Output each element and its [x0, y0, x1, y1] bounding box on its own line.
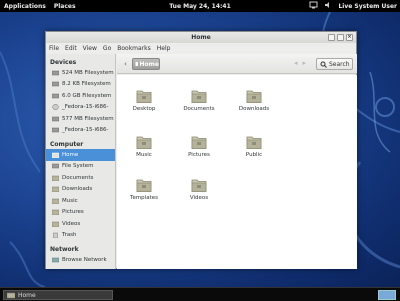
music-folder-icon [136, 136, 152, 149]
search-button[interactable]: Search [316, 58, 353, 70]
workspace-switcher[interactable] [378, 290, 396, 300]
home-folder-icon [52, 152, 59, 158]
sidebar-item-device[interactable]: 524 MB Filesystem [46, 67, 115, 79]
computer-header: Computer [50, 140, 84, 148]
nav-prev-icon[interactable]: ◂ [294, 59, 298, 67]
devices-header: Devices [50, 58, 77, 66]
documents-folder-icon [191, 90, 207, 103]
sidebar-item-file-system[interactable]: File System [46, 161, 115, 173]
drive-icon [52, 164, 59, 169]
user-menu[interactable]: Live System User [338, 3, 397, 10]
drive-icon [52, 128, 59, 133]
sidebar-item-music[interactable]: Music [46, 195, 115, 207]
sidebar-item-device[interactable]: 6.0 GB Filesystem [46, 90, 115, 102]
downloads-folder-icon [246, 90, 262, 103]
file-item[interactable]: Desktop [124, 88, 164, 112]
disc-icon [52, 104, 59, 111]
folder-icon [7, 292, 15, 298]
back-button[interactable]: ‹ [121, 59, 130, 70]
trash-icon [53, 233, 58, 239]
volume-icon[interactable] [324, 1, 332, 11]
window-titlebar[interactable]: Home × [46, 32, 356, 43]
folder-icon [52, 198, 59, 204]
menubar: File Edit View Go Bookmarks Help [46, 43, 356, 53]
network-icon[interactable] [309, 1, 318, 11]
places-sidebar: Devices 524 MB Filesystem 8.2 KB Filesys… [46, 54, 116, 269]
sidebar-item-videos[interactable]: Videos [46, 218, 115, 230]
sidebar-item-documents[interactable]: Documents [46, 172, 115, 184]
drive-icon [52, 70, 59, 75]
menu-help[interactable]: Help [157, 45, 171, 52]
file-label: Music [136, 152, 152, 158]
path-button-home[interactable]: Home [132, 58, 160, 70]
file-item[interactable]: Videos [179, 177, 219, 201]
minimize-button[interactable] [328, 34, 335, 41]
network-header: Network [50, 245, 79, 253]
file-view: Desktop Documents Downloads Music Pictures Pu… [117, 75, 357, 269]
drive-icon [52, 93, 59, 98]
sidebar-item-device[interactable]: 8.2 KB Filesystem [46, 79, 115, 91]
templates-folder-icon [136, 179, 152, 192]
folder-icon [52, 187, 59, 193]
toolbar: ‹ Home ◂ ▸ Search [117, 54, 357, 74]
sidebar-item-device[interactable]: _Fedora-15-i686- [46, 125, 115, 137]
file-item[interactable]: Music [124, 134, 164, 158]
file-item[interactable]: Documents [179, 88, 219, 112]
file-label: Desktop [132, 106, 156, 112]
places-menu[interactable]: Places [50, 3, 80, 10]
file-item[interactable]: Downloads [234, 88, 274, 112]
search-icon [320, 61, 327, 68]
taskbar-item-home[interactable]: Home [3, 290, 113, 300]
maximize-button[interactable] [337, 34, 344, 41]
file-label: Templates [130, 195, 158, 201]
network-icon [52, 257, 59, 262]
bottom-panel: Home [0, 287, 400, 301]
file-label: Pictures [188, 152, 210, 158]
close-button[interactable]: × [346, 34, 353, 41]
sidebar-item-browse-network[interactable]: Browse Network [46, 254, 115, 266]
file-label: Public [245, 152, 263, 158]
menu-bookmarks[interactable]: Bookmarks [117, 45, 151, 52]
videos-folder-icon [191, 179, 207, 192]
menu-view[interactable]: View [83, 45, 97, 52]
sidebar-item-pictures[interactable]: Pictures [46, 207, 115, 219]
sidebar-item-downloads[interactable]: Downloads [46, 184, 115, 196]
folder-icon [52, 210, 59, 216]
sidebar-item-trash[interactable]: Trash [46, 230, 115, 242]
file-manager-window: Home × File Edit View Go Bookmarks Help … [45, 31, 357, 269]
sidebar-item-device[interactable]: _Fedora-15-i686- [46, 102, 115, 114]
top-panel: Applications Places Tue May 24, 14:41 Li… [0, 0, 400, 12]
home-icon [135, 62, 138, 66]
pictures-folder-icon [191, 136, 207, 149]
file-label: Videos [189, 195, 209, 201]
file-item[interactable]: Pictures [179, 134, 219, 158]
folder-icon [52, 175, 59, 181]
menu-edit[interactable]: Edit [65, 45, 77, 52]
menu-go[interactable]: Go [103, 45, 111, 52]
desktop-folder-icon [136, 90, 152, 103]
sidebar-item-home[interactable]: Home [46, 149, 115, 161]
file-item[interactable]: Public [234, 134, 274, 158]
nav-next-icon[interactable]: ▸ [303, 59, 307, 67]
applications-menu[interactable]: Applications [0, 3, 50, 10]
drive-icon [52, 82, 59, 87]
file-label: Documents [183, 106, 215, 112]
sidebar-item-device[interactable]: 577 MB Filesystem [46, 113, 115, 125]
public-folder-icon [246, 136, 262, 149]
file-item[interactable]: Templates [124, 177, 164, 201]
window-title: Home [191, 34, 211, 41]
menu-file[interactable]: File [49, 45, 59, 52]
file-label: Downloads [238, 106, 270, 112]
drive-icon [52, 116, 59, 121]
folder-icon [52, 221, 59, 227]
